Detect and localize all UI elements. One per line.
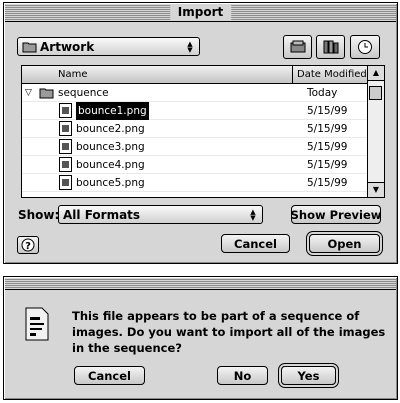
document-alert-icon (25, 307, 49, 341)
svg-text:?: ? (25, 241, 31, 252)
import-dialog: Import Artwork ▲▼ Name Date Modified ▽ (3, 2, 398, 264)
folder-name: sequence (58, 87, 109, 99)
file-date: 5/15/99 (307, 123, 348, 135)
folder-icon (22, 42, 37, 53)
file-list[interactable]: Name Date Modified ▽ sequence Today boun… (21, 65, 385, 198)
file-row[interactable]: bounce3.png 5/15/99 (22, 138, 368, 156)
file-date: 5/15/99 (307, 159, 348, 171)
desktop-button[interactable] (283, 35, 312, 59)
folder-row[interactable]: ▽ sequence Today (22, 84, 368, 102)
sequence-alert-dialog: This file appears to be part of a sequen… (3, 276, 398, 400)
png-file-icon (59, 121, 72, 136)
help-button[interactable]: ? (17, 236, 39, 254)
format-popup[interactable]: All Formats ▲ ▼ (58, 205, 263, 224)
location-label: Artwork (40, 40, 95, 54)
file-name: bounce2.png (76, 123, 145, 135)
location-popup[interactable]: Artwork ▲ ▼ (17, 37, 200, 56)
open-button[interactable]: Open (309, 234, 380, 253)
folder-date: Today (307, 87, 338, 99)
shortcuts-button[interactable] (316, 35, 345, 59)
disclosure-triangle-icon[interactable]: ▽ (25, 84, 32, 102)
file-row[interactable]: bounce5.png 5/15/99 (22, 174, 368, 192)
png-file-icon (59, 175, 72, 190)
file-name: bounce4.png (76, 159, 145, 171)
scroll-down-arrow-icon[interactable]: ▼ (368, 182, 384, 197)
scroll-up-arrow-icon[interactable]: ▲ (368, 66, 384, 81)
import-title: Import (169, 5, 232, 20)
file-name: bounce3.png (76, 141, 145, 153)
png-file-icon (59, 103, 72, 118)
file-row[interactable]: bounce4.png 5/15/99 (22, 156, 368, 174)
date-header-label: Date Modified (297, 69, 367, 80)
name-header-label: Name (58, 69, 88, 80)
alert-message: This file appears to be part of a sequen… (72, 309, 386, 355)
name-column-header[interactable]: Name (22, 66, 293, 84)
file-name: bounce5.png (76, 177, 145, 189)
file-date: 5/15/99 (307, 177, 348, 189)
png-file-icon (59, 139, 72, 154)
clock-icon (358, 40, 372, 54)
show-preview-button[interactable]: Show Preview (291, 205, 381, 224)
date-column-header[interactable]: Date Modified (293, 66, 368, 84)
popup-arrows-icon: ▲ ▼ (250, 208, 256, 222)
file-row[interactable]: bounce1.png 5/15/99 (22, 102, 368, 120)
file-row[interactable]: bounce2.png 5/15/99 (22, 120, 368, 138)
format-label: All Formats (63, 208, 141, 222)
file-name: bounce1.png (76, 102, 149, 120)
disk-icon (290, 40, 305, 53)
recent-button[interactable] (350, 35, 380, 59)
cancel-button[interactable]: Cancel (74, 366, 145, 385)
show-label: Show: (18, 208, 60, 222)
scroll-thumb[interactable] (369, 86, 382, 100)
popup-arrows-icon: ▲ ▼ (187, 40, 193, 54)
no-button[interactable]: No (217, 366, 268, 385)
books-icon (323, 40, 338, 54)
file-date: 5/15/99 (307, 105, 348, 117)
question-mark-icon: ? (21, 238, 35, 252)
file-date: 5/15/99 (307, 141, 348, 153)
yes-button[interactable]: Yes (281, 366, 336, 385)
alert-titlebar[interactable] (5, 278, 396, 290)
folder-icon (39, 88, 54, 99)
png-file-icon (59, 157, 72, 172)
cancel-button[interactable]: Cancel (221, 234, 290, 253)
import-titlebar[interactable]: Import (5, 4, 396, 22)
vertical-scrollbar[interactable]: ▲ ▼ (367, 66, 384, 197)
